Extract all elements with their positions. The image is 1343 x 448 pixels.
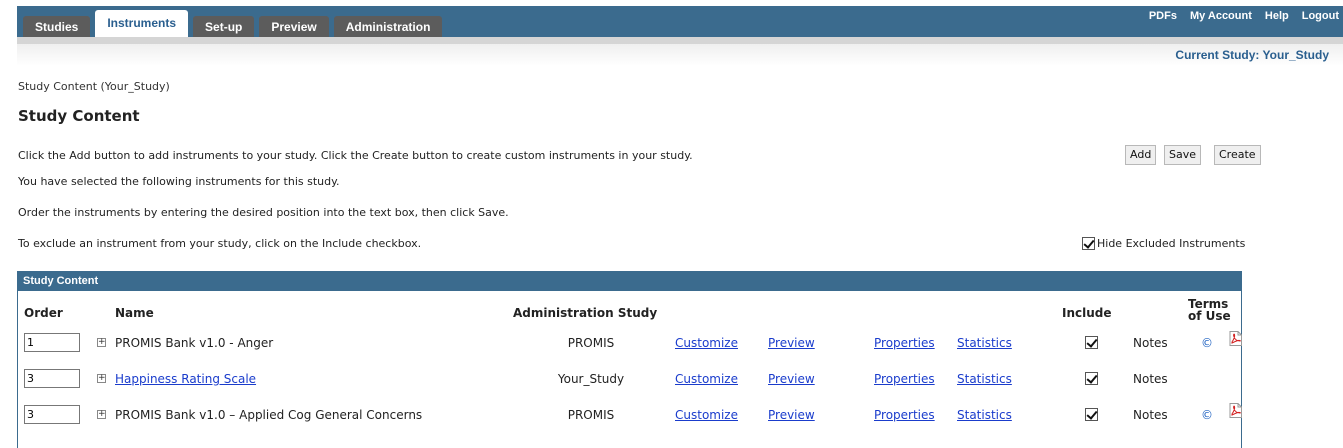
header-name: Name <box>115 306 154 320</box>
customize-link[interactable]: Customize <box>675 372 738 386</box>
notes-label[interactable]: Notes <box>1133 336 1168 350</box>
expand-icon[interactable]: + <box>97 338 106 347</box>
top-nav-bar: Studies Instruments Set-up Preview Admin… <box>17 6 1343 37</box>
preview-link[interactable]: Preview <box>768 372 815 386</box>
preview-link[interactable]: Preview <box>768 408 815 422</box>
properties-link[interactable]: Properties <box>874 408 935 422</box>
current-study-label: Current Study: Your_Study <box>1175 48 1329 62</box>
main-tabs: Studies Instruments Set-up Preview Admin… <box>23 10 443 37</box>
tab-setup[interactable]: Set-up <box>193 16 255 37</box>
tab-instruments[interactable]: Instruments <box>95 10 189 37</box>
admin-study: PROMIS <box>567 336 615 350</box>
header-order: Order <box>24 306 63 320</box>
tab-administration[interactable]: Administration <box>333 16 443 37</box>
instruction-order: Order the instruments by entering the de… <box>18 206 509 219</box>
tab-preview[interactable]: Preview <box>259 16 329 37</box>
create-button[interactable]: Create <box>1214 145 1261 165</box>
add-button[interactable]: Add <box>1125 145 1157 165</box>
hide-excluded-toggle[interactable]: Hide Excluded Instruments <box>1082 237 1245 250</box>
copyright-icon[interactable]: © <box>1201 408 1213 422</box>
order-input[interactable] <box>24 369 80 388</box>
statistics-link[interactable]: Statistics <box>957 372 1012 386</box>
order-input[interactable] <box>24 405 80 424</box>
customize-link[interactable]: Customize <box>675 408 738 422</box>
table-row: + Happiness Rating Scale Your_Study Cust… <box>18 369 1241 389</box>
hide-excluded-label: Hide Excluded Instruments <box>1097 237 1246 250</box>
notes-label[interactable]: Notes <box>1133 372 1168 386</box>
breadcrumb: Study Content (Your_Study) <box>18 80 170 93</box>
instrument-name: PROMIS Bank v1.0 - Anger <box>115 336 274 350</box>
header-include: Include <box>1062 306 1112 320</box>
header-terms-line2: of Use <box>1188 309 1231 323</box>
notes-label[interactable]: Notes <box>1133 408 1168 422</box>
expand-icon[interactable]: + <box>97 374 106 383</box>
sub-bar-fade <box>17 44 1343 66</box>
my-account-link[interactable]: My Account <box>1190 10 1252 22</box>
tab-studies[interactable]: Studies <box>23 16 91 37</box>
hide-excluded-checkbox[interactable] <box>1082 237 1095 250</box>
sub-bar <box>17 37 1343 44</box>
include-checkbox[interactable] <box>1085 408 1098 421</box>
pdf-icon[interactable] <box>1229 403 1242 418</box>
properties-link[interactable]: Properties <box>874 336 935 350</box>
logout-link[interactable]: Logout <box>1302 10 1339 22</box>
panel-title: Study Content <box>18 272 1241 291</box>
customize-link[interactable]: Customize <box>675 336 738 350</box>
header-terms: Terms of Use <box>1188 298 1231 322</box>
statistics-link[interactable]: Statistics <box>957 336 1012 350</box>
page-title: Study Content <box>18 107 140 125</box>
instruction-add-create: Click the Add button to add instruments … <box>18 149 693 162</box>
header-admin-study: Administration Study <box>513 306 658 320</box>
top-links: PDFs My Account Help Logout <box>1149 10 1339 22</box>
admin-study: PROMIS <box>567 408 615 422</box>
pdfs-link[interactable]: PDFs <box>1149 10 1177 22</box>
instruction-selected: You have selected the following instrume… <box>18 175 340 188</box>
instrument-name-link[interactable]: Happiness Rating Scale <box>115 372 256 386</box>
table-row: + PROMIS Bank v1.0 - Anger PROMIS Custom… <box>18 331 1242 353</box>
order-input[interactable] <box>24 333 80 352</box>
admin-study: Your_Study <box>557 372 625 386</box>
instrument-name: PROMIS Bank v1.0 – Applied Cog General C… <box>115 408 423 422</box>
include-checkbox[interactable] <box>1085 372 1098 385</box>
statistics-link[interactable]: Statistics <box>957 408 1012 422</box>
include-checkbox[interactable] <box>1085 336 1098 349</box>
study-content-panel: Study Content Order Name Administration … <box>17 271 1242 448</box>
expand-icon[interactable]: + <box>97 410 106 419</box>
save-button[interactable]: Save <box>1164 145 1202 165</box>
help-link[interactable]: Help <box>1265 10 1289 22</box>
instruction-exclude: To exclude an instrument from your study… <box>18 237 422 250</box>
pdf-icon[interactable] <box>1229 331 1242 346</box>
table-row: + PROMIS Bank v1.0 – Applied Cog General… <box>18 403 1242 425</box>
properties-link[interactable]: Properties <box>874 372 935 386</box>
preview-link[interactable]: Preview <box>768 336 815 350</box>
copyright-icon[interactable]: © <box>1201 336 1213 350</box>
